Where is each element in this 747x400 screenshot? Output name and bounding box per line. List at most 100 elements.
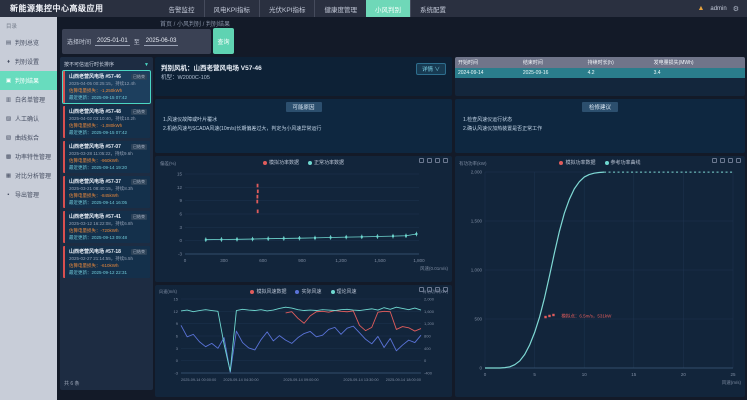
suggestions-title: 检修建议 bbox=[582, 102, 618, 112]
legend-item-正常功率数据[interactable]: 正常功率数据 bbox=[308, 159, 344, 166]
alarm-card-title: 山西老营风电场 #57-07已结束 bbox=[69, 143, 147, 150]
table-row[interactable]: 2024-09-142025-09-164.23.4 bbox=[455, 68, 745, 78]
legend-label: 模拟功率数据 bbox=[565, 159, 595, 166]
alarm-card-period: 2025-04-02 03:10:40，持续10.2h bbox=[69, 116, 147, 122]
alarm-card[interactable]: 山西老营风电场 #57-37已结束2025-03-21 08:40:15，持续8… bbox=[63, 176, 150, 208]
turbine-detail-panel: 判别风机：山西老营风电场 V57-46 机型：W2000C-105 详情 ∨ bbox=[155, 57, 452, 96]
sort-dropdown[interactable]: 按不可信运行时长排序 ▼ bbox=[60, 57, 153, 71]
toolbox-icon[interactable] bbox=[443, 158, 448, 163]
alarm-card-turbine: 山西老营风电场 #57-46 bbox=[69, 73, 121, 80]
sidebar-item-白名单管理[interactable]: ▥白名单管理 bbox=[0, 90, 57, 109]
sidebar-item-label: 判别总览 bbox=[15, 38, 39, 47]
nav-item-风电KPI指标[interactable]: 风电KPI指标 bbox=[204, 0, 259, 17]
table-cell: 3.4 bbox=[651, 68, 745, 78]
query-button[interactable]: 查询 bbox=[213, 28, 234, 54]
sidebar-item-label: 曲线拟合 bbox=[15, 133, 39, 142]
nav-item-光伏KPI指标[interactable]: 光伏KPI指标 bbox=[259, 0, 314, 17]
alarm-card[interactable]: 山西老营风电场 #57-07已结束2025-03-28 11:05:22，持续9… bbox=[63, 141, 150, 173]
sidebar-item-label: 判别结果 bbox=[15, 76, 39, 85]
gear-icon[interactable]: ⚙ bbox=[733, 5, 739, 13]
svg-text:-3: -3 bbox=[178, 252, 182, 257]
power-curve-plot[interactable]: 05001,0001,5002,0000510152025有功功率(kW)风速(… bbox=[455, 156, 745, 394]
sidebar-item-人工确认[interactable]: ▨人工确认 bbox=[0, 109, 57, 128]
nav-item-小风判别[interactable]: 小风判别 bbox=[366, 0, 410, 17]
nav-item-系统配置[interactable]: 系统配置 bbox=[410, 0, 455, 17]
toolbox-icon[interactable] bbox=[435, 158, 440, 163]
toolbox-icon[interactable] bbox=[419, 158, 424, 163]
toolbox-icon[interactable] bbox=[443, 287, 448, 292]
alarm-card-turbine: 山西老营风电场 #57-37 bbox=[69, 178, 121, 185]
svg-text:风速(m/s): 风速(m/s) bbox=[722, 380, 742, 386]
date-filter-bar: 选择时间 2025-01-01 至 2025-06-03 bbox=[62, 29, 211, 54]
svg-text:3: 3 bbox=[179, 225, 182, 230]
svg-text:1,200: 1,200 bbox=[424, 321, 435, 326]
legend-item-模拟功率数据[interactable]: 模拟功率数据 bbox=[263, 159, 299, 166]
list-total-count: 共 6 条 bbox=[64, 380, 80, 387]
power-deviation-scatter-chart: 模拟功率数据 正常功率数据 -30369121503006009001,2001,… bbox=[155, 156, 452, 282]
legend-item-模拟风速数据[interactable]: 模拟风速数据 bbox=[250, 288, 286, 295]
legend-item-实际风速[interactable]: 实际风速 bbox=[295, 288, 321, 295]
alarm-card-loss: 估算电量损失：-960kWh bbox=[69, 158, 147, 164]
detail-dropdown-button[interactable]: 详情 ∨ bbox=[416, 63, 446, 75]
alarm-card-title: 山西老营风电场 #57-41已结束 bbox=[69, 213, 147, 220]
nav-item-健康度管理[interactable]: 健康度管理 bbox=[314, 0, 366, 17]
toolbox-icon[interactable] bbox=[736, 158, 741, 163]
toolbox-icon[interactable] bbox=[712, 158, 717, 163]
sidebar-item-功率特性管理[interactable]: ▩功率特性管理 bbox=[0, 147, 57, 166]
table-header: 开始时间 bbox=[455, 57, 520, 68]
toolbox-icon[interactable] bbox=[728, 158, 733, 163]
toolbox-icon[interactable] bbox=[435, 287, 440, 292]
legend-item-模拟功率数据[interactable]: 模拟功率数据 bbox=[559, 159, 595, 166]
sidebar-item-判别设置[interactable]: ♦判别设置 bbox=[0, 52, 57, 71]
legend-item-参考功率曲线[interactable]: 参考功率曲线 bbox=[605, 159, 641, 166]
alarm-card[interactable]: 山西老营风电场 #57-18已结束2025-02-27 21:14:55，持续5… bbox=[63, 246, 150, 278]
table-header: 结束时间 bbox=[520, 57, 585, 68]
timeseries-plot[interactable]: -303691215-40004008001,2001,6002,0002025… bbox=[155, 285, 452, 395]
end-date-input[interactable]: 2025-06-03 bbox=[144, 38, 179, 46]
breadcrumb: 首页 / 小风判别 / 判别结果 bbox=[160, 19, 230, 28]
svg-text:20: 20 bbox=[681, 372, 687, 377]
alarm-card-period: 2025-03-28 11:05:22，持续9.6h bbox=[69, 151, 147, 157]
sidebar-item-导出管理[interactable]: ▪导出管理 bbox=[0, 185, 57, 204]
svg-text:0: 0 bbox=[484, 372, 487, 377]
svg-text:2,000: 2,000 bbox=[471, 170, 483, 175]
table-header: 持续时长(h) bbox=[585, 57, 651, 68]
alarm-card-turbine: 山西老营风电场 #57-18 bbox=[69, 248, 121, 255]
svg-text:25: 25 bbox=[730, 372, 736, 377]
toolbox-icon[interactable] bbox=[720, 158, 725, 163]
legend-label: 模拟风速数据 bbox=[256, 288, 286, 295]
start-date-input[interactable]: 2025-01-01 bbox=[95, 38, 130, 46]
status-badge: 已结束 bbox=[131, 214, 147, 220]
alarm-card[interactable]: 山西老营风电场 #57-41已结束2025-03-12 16:22:08，持续6… bbox=[63, 211, 150, 243]
sidebar-item-曲线拟合[interactable]: ▧曲线拟合 bbox=[0, 128, 57, 147]
alarm-card-title: 山西老营风电场 #57-37已结束 bbox=[69, 178, 147, 185]
filter-funnel-icon[interactable]: ▼ bbox=[144, 62, 149, 68]
sort-dropdown-label: 按不可信运行时长排序 bbox=[64, 61, 114, 68]
scatter-plot[interactable]: -30369121503006009001,2001,5001,800偏差(%)… bbox=[155, 156, 452, 280]
legend-label: 模拟功率数据 bbox=[269, 159, 299, 166]
warning-triangle-icon[interactable]: ▲ bbox=[697, 5, 704, 12]
sidebar: 目录 ▤判别总览♦判别设置▣判别结果▥白名单管理▨人工确认▧曲线拟合▩功率特性管… bbox=[0, 17, 57, 400]
legend-dot-icon bbox=[559, 161, 563, 165]
alarm-card[interactable]: 山西老营风电场 #57-46已结束2025-04-05 00:25:15，持续1… bbox=[63, 71, 150, 103]
power-curve-chart: 模拟功率数据参考功率曲线 05001,0001,5002,00005101520… bbox=[455, 156, 745, 397]
svg-text:2025-09-14 09:00:00: 2025-09-14 09:00:00 bbox=[283, 378, 318, 382]
nav-item-告警监控[interactable]: 告警监控 bbox=[160, 0, 204, 17]
username[interactable]: admin bbox=[710, 6, 726, 12]
status-badge: 已结束 bbox=[131, 74, 147, 80]
toolbox-icon[interactable] bbox=[419, 287, 424, 292]
svg-text:900: 900 bbox=[298, 258, 306, 263]
sidebar-item-判别结果[interactable]: ▣判别结果 bbox=[0, 71, 57, 90]
legend-item-理论风速[interactable]: 理论风速 bbox=[331, 288, 357, 295]
sidebar-item-判别总览[interactable]: ▤判别总览 bbox=[0, 33, 57, 52]
app-title: 新能源集控中心高级应用 bbox=[0, 3, 114, 14]
svg-text:400: 400 bbox=[424, 346, 431, 351]
sidebar-item-对比分析管理[interactable]: ▦对比分析管理 bbox=[0, 166, 57, 185]
svg-text:0: 0 bbox=[424, 358, 427, 363]
svg-text:0: 0 bbox=[479, 366, 482, 371]
alarm-card[interactable]: 山西老营风电场 #57-48已结束2025-04-02 03:10:40，持续1… bbox=[63, 106, 150, 138]
toolbox-icon[interactable] bbox=[427, 158, 432, 163]
toolbox-icon[interactable] bbox=[427, 287, 432, 292]
sidebar-item-icon: ▤ bbox=[5, 40, 12, 46]
status-badge: 已结束 bbox=[131, 144, 147, 150]
